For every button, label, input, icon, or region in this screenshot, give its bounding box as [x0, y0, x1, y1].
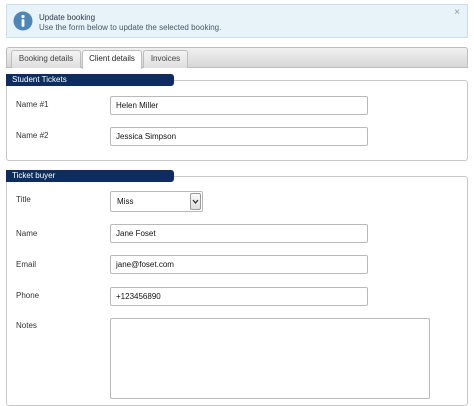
name1-input[interactable]: Helen Miller [110, 96, 368, 115]
name2-label: Name #2 [16, 131, 49, 140]
info-title: Update booking [39, 13, 96, 22]
student-tickets-section [6, 80, 468, 161]
info-subtitle: Use the form below to update the selecte… [39, 23, 222, 32]
tab-client-details[interactable]: Client details [82, 50, 142, 69]
tab-invoices[interactable]: Invoices [143, 50, 188, 68]
name-input[interactable]: Jane Foset [110, 224, 368, 243]
title-label: Title [16, 195, 31, 204]
phone-input[interactable]: +123456890 [110, 287, 368, 306]
info-banner: Update booking Use the form below to upd… [6, 4, 468, 38]
phone-label: Phone [16, 291, 40, 300]
email-input[interactable]: jane@foset.com [110, 255, 368, 274]
ticket-buyer-legend: Ticket buyer [6, 170, 174, 182]
notes-textarea[interactable] [110, 318, 430, 399]
tab-bar: Booking details Client details Invoices [6, 47, 468, 69]
close-icon[interactable]: × [454, 8, 460, 18]
tab-booking-details[interactable]: Booking details [11, 50, 81, 68]
name1-label: Name #1 [16, 100, 49, 109]
chevron-down-icon[interactable] [190, 193, 201, 210]
title-select-value: Miss [117, 197, 134, 206]
name-label: Name [16, 229, 38, 238]
email-label: Email [16, 260, 37, 269]
notes-label: Notes [16, 321, 37, 330]
title-select[interactable]: Miss [110, 191, 203, 212]
info-icon [13, 11, 33, 31]
name2-input[interactable]: Jessica Simpson [110, 127, 368, 146]
student-tickets-legend: Student Tickets [6, 74, 174, 86]
